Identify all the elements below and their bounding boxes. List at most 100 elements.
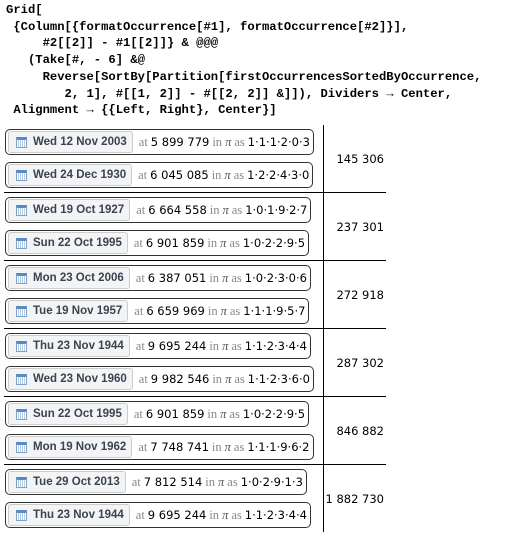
date-button[interactable]: Wed 23 Nov 1960: [8, 368, 133, 390]
date-label: Sun 22 Oct 1995: [33, 408, 122, 420]
in-label: in: [205, 474, 216, 489]
position: 7 748 741: [150, 440, 209, 454]
pi-symbol: π: [225, 134, 232, 149]
date-button[interactable]: Tue 29 Oct 2013: [8, 471, 126, 493]
pi-symbol: π: [222, 338, 229, 353]
calendar-icon: [16, 408, 27, 420]
occurrence-column: Mon 23 Oct 2006 at 6 387 051 in π as 1·0·2·…: [4, 261, 324, 328]
calendar-icon: [16, 169, 27, 181]
as-label: as: [233, 167, 245, 182]
at-label: at: [133, 235, 143, 250]
in-label: in: [207, 406, 218, 421]
position: 6 901 859: [145, 236, 205, 250]
in-label: in: [209, 338, 220, 353]
date-label: Mon 19 Nov 1962: [33, 441, 127, 453]
at-label: at: [131, 474, 141, 489]
occurrence: Tue 29 Oct 2013 at 7 812 514 in π as 1·0·2·…: [5, 469, 307, 495]
occurrence: Mon 23 Oct 2006 at 6 387 051 in π as 1·0·2·…: [5, 265, 311, 291]
occurrence-column: Thu 23 Nov 1944 at 9 695 244 in π as 1·1·2·…: [4, 329, 324, 396]
date-label: Sun 22 Oct 1995: [33, 237, 122, 249]
occurrence: Mon 19 Nov 1962 at 7 748 741 in π as 1·1·1·…: [5, 434, 314, 460]
in-label: in: [212, 371, 223, 386]
occurrence: Wed 12 Nov 2003 at 5 899 779 in π as 1·1·1·…: [5, 129, 314, 155]
occurrence: Tue 19 Nov 1957 at 6 659 969 in π as 1·1·1·…: [5, 298, 310, 324]
digits: 1·0·2·9·1·3: [240, 475, 303, 489]
occurrence-column: Wed 12 Nov 2003 at 5 899 779 in π as 1·1·1·…: [4, 125, 324, 192]
pi-symbol: π: [220, 406, 227, 421]
position: 9 982 546: [150, 372, 210, 386]
date-button[interactable]: Sun 22 Oct 1995: [8, 403, 128, 425]
in-label: in: [211, 439, 222, 454]
occurrence: Thu 23 Nov 1944 at 9 695 244 in π as 1·1·2·…: [5, 502, 311, 528]
date-label: Thu 23 Nov 1944: [33, 509, 124, 521]
gap-value: 272 918: [336, 287, 384, 302]
at-label: at: [135, 270, 145, 285]
digits: 1·1·1·2·0·3: [247, 135, 310, 149]
as-label: as: [231, 507, 242, 522]
date-button[interactable]: Mon 23 Oct 2006: [8, 267, 130, 289]
at-label: at: [138, 134, 148, 149]
calendar-icon: [16, 204, 27, 216]
occurrence: Wed 23 Nov 1960 at 9 982 546 in π as 1·1·2·…: [5, 366, 314, 392]
grid-row: Thu 23 Nov 1944 at 9 695 244 in π as 1·1·2·…: [4, 329, 386, 397]
grid-row: Wed 19 Oct 1927 at 6 664 558 in π as 1·0·1·…: [4, 193, 386, 261]
at-label: at: [135, 507, 145, 522]
as-label: as: [229, 235, 240, 250]
in-label: in: [209, 202, 220, 217]
at-label: at: [138, 439, 148, 454]
gap-value: 1 882 730: [325, 491, 384, 506]
date-button[interactable]: Mon 19 Nov 1962: [8, 436, 133, 458]
date-button[interactable]: Thu 23 Nov 1944: [8, 504, 130, 526]
digits: 1·2·2·4·3·0: [247, 168, 310, 182]
in-label: in: [212, 134, 223, 149]
calendar-icon: [16, 272, 27, 284]
as-label: as: [227, 474, 238, 489]
date-label: Tue 29 Oct 2013: [33, 476, 120, 488]
gap-value: 846 882: [336, 423, 384, 438]
position: 5 899 779: [150, 135, 210, 149]
occurrence: Wed 19 Oct 1927 at 6 664 558 in π as 1·0·1·…: [5, 197, 312, 223]
grid-row: Sun 22 Oct 1995 at 6 901 859 in π as 1·0·2·…: [4, 397, 386, 465]
calendar-icon: [16, 136, 27, 148]
pi-symbol: π: [218, 474, 225, 489]
pi-symbol: π: [220, 303, 227, 318]
digits: 1·1·1·9·5·7: [243, 304, 306, 318]
date-button[interactable]: Wed 12 Nov 2003: [8, 131, 133, 153]
calendar-icon: [16, 476, 27, 488]
date-label: Wed 12 Nov 2003: [33, 136, 127, 148]
in-label: in: [211, 167, 222, 182]
as-label: as: [229, 406, 240, 421]
position: 6 901 859: [145, 407, 205, 421]
pi-symbol: π: [225, 371, 232, 386]
date-label: Thu 23 Nov 1944: [33, 340, 124, 352]
calendar-icon: [16, 237, 27, 249]
input-code[interactable]: Grid[ {Column[{formatOccurrence[#1], for…: [0, 0, 511, 120]
pi-symbol: π: [224, 439, 231, 454]
date-button[interactable]: Wed 24 Dec 1930: [8, 164, 133, 186]
digits: 1·1·2·3·4·4: [244, 339, 307, 353]
digits: 1·0·1·9·2·7: [245, 203, 308, 217]
digits: 1·0·2·2·9·5: [242, 236, 306, 250]
date-button[interactable]: Sun 22 Oct 1995: [8, 232, 128, 254]
date-button[interactable]: Tue 19 Nov 1957: [8, 300, 129, 322]
gap-value: 237 301: [336, 219, 384, 234]
as-label: as: [233, 439, 245, 454]
position: 7 812 514: [143, 475, 203, 489]
date-label: Tue 19 Nov 1957: [33, 305, 123, 317]
date-label: Wed 19 Oct 1927: [33, 204, 125, 216]
position: 6 659 969: [146, 304, 205, 318]
as-label: as: [229, 303, 241, 318]
in-label: in: [207, 235, 218, 250]
date-button[interactable]: Wed 19 Oct 1927: [8, 199, 131, 221]
calendar-icon: [16, 340, 27, 352]
occurrence: Thu 23 Nov 1944 at 9 695 244 in π as 1·1·2·…: [5, 333, 311, 359]
result-grid: Wed 12 Nov 2003 at 5 899 779 in π as 1·1·1·…: [4, 125, 386, 532]
digits: 1·0·2·3·0·6: [244, 271, 307, 285]
calendar-icon: [16, 509, 27, 521]
as-label: as: [231, 338, 242, 353]
date-button[interactable]: Thu 23 Nov 1944: [8, 335, 130, 357]
position: 6 045 085: [150, 168, 209, 182]
calendar-icon: [16, 441, 27, 453]
position: 6 664 558: [148, 203, 207, 217]
as-label: as: [231, 202, 243, 217]
